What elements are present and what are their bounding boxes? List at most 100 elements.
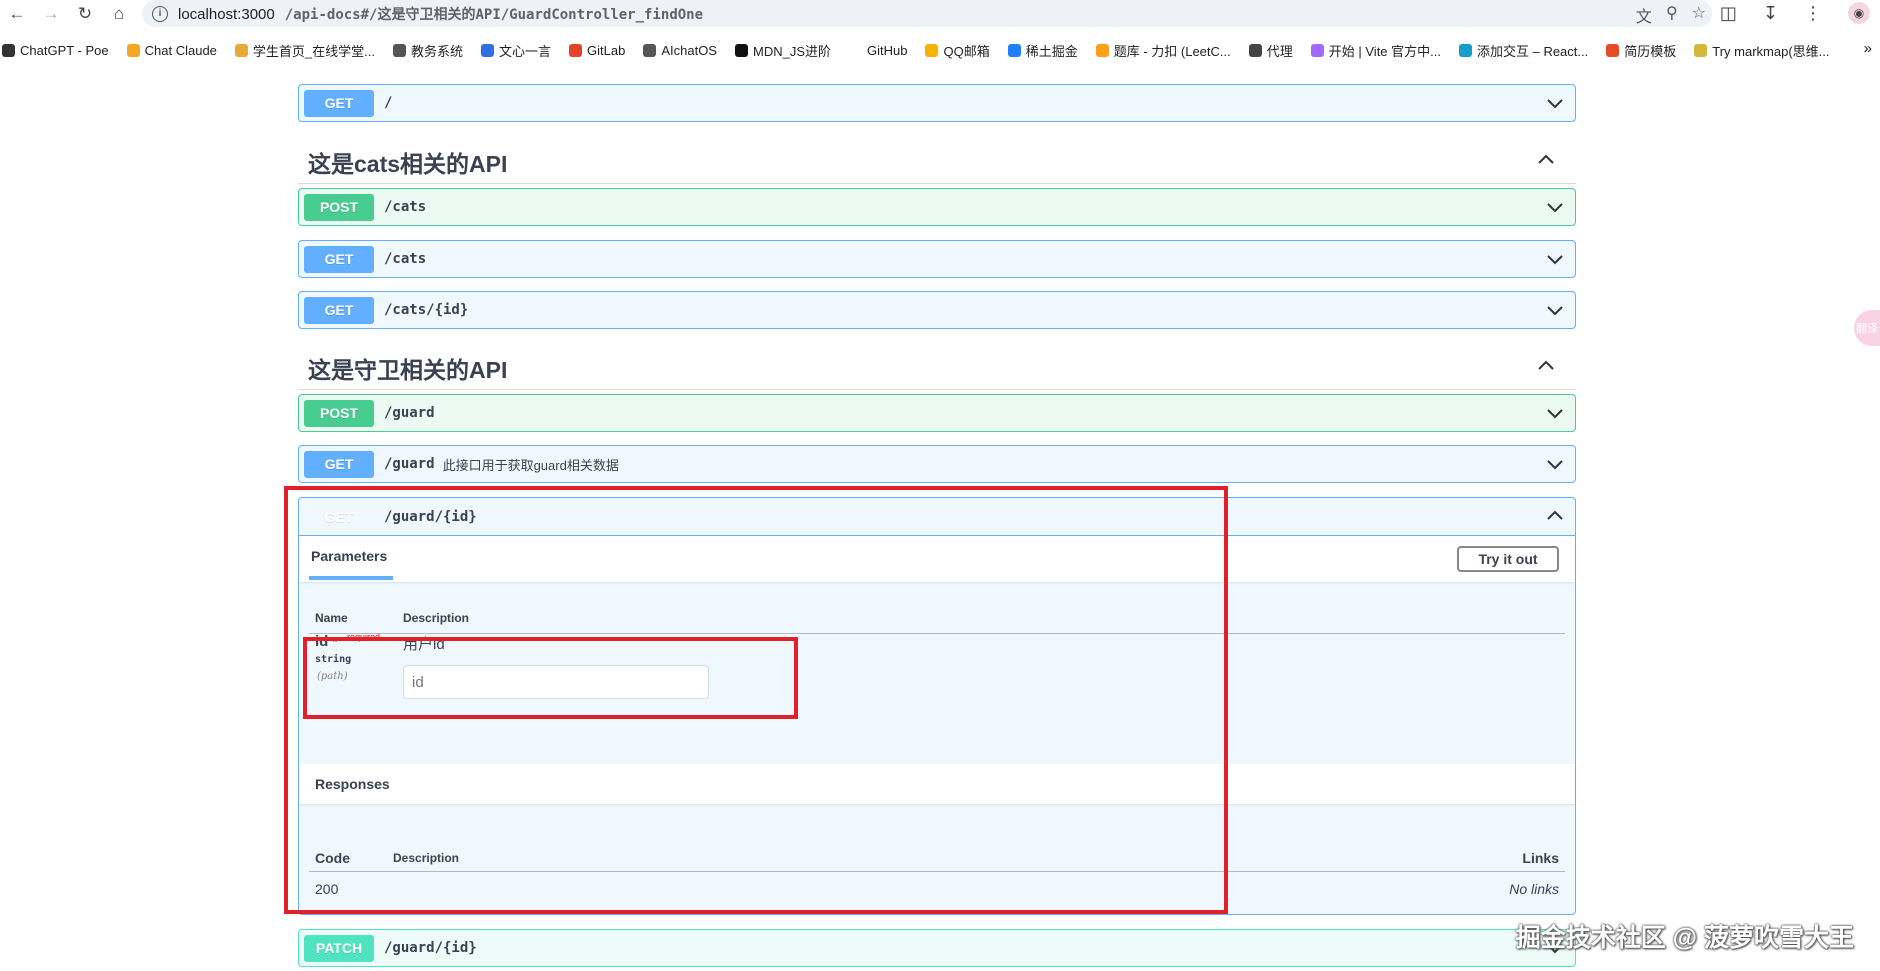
opblock-post-cats[interactable]: POST /cats	[298, 188, 1576, 226]
bookmark-item[interactable]: 文心一言	[481, 41, 551, 60]
chevron-up-icon[interactable]	[1545, 506, 1565, 526]
bookmark-item[interactable]: GitHub	[849, 43, 907, 58]
bookmark-label: 开始 | Vite 官方中...	[1328, 43, 1441, 59]
chevron-up-icon[interactable]	[1536, 356, 1556, 376]
bookmark-favicon-icon	[925, 43, 939, 57]
op-path: /	[384, 95, 393, 111]
back-icon[interactable]: ←	[0, 0, 34, 27]
bookmark-item[interactable]: 添加交互 – React...	[1458, 41, 1589, 60]
bookmark-item[interactable]: 开始 | Vite 官方中...	[1310, 41, 1441, 60]
bookmark-item[interactable]: 简历模板	[1606, 41, 1676, 60]
bookmark-item[interactable]: 代理	[1248, 41, 1293, 60]
bookmark-label: 稀土掘金	[1025, 43, 1078, 59]
omnibox-actions: 文 ⚲ ☆	[1636, 3, 1706, 27]
menu-icon[interactable]: ⋮	[1804, 3, 1822, 24]
bookmark-label: GitHub	[867, 42, 908, 58]
bookmark-item[interactable]: AIchatOS	[643, 43, 717, 58]
bookmarks-bar: ChatGPT - Poe Chat Claude 学生首页_在线学堂... 教务系统…	[0, 37, 1880, 63]
bookmark-star-icon[interactable]: ☆	[1692, 3, 1706, 27]
bookmark-favicon-icon	[1007, 43, 1021, 57]
op-path: /guard	[384, 405, 435, 421]
bookmark-item[interactable]: 教务系统	[393, 41, 463, 60]
method-badge: POST	[304, 399, 374, 427]
chevron-down-icon[interactable]	[1545, 300, 1565, 320]
method-badge: GET	[304, 450, 374, 478]
op-path: /cats/{id}	[384, 302, 469, 318]
method-badge: GET	[304, 89, 374, 117]
bookmark-favicon-icon	[1458, 43, 1472, 57]
bookmark-label: 学生首页_在线学堂...	[252, 43, 375, 59]
bookmark-favicon-icon	[126, 43, 140, 57]
opblock-get-guard[interactable]: GET /guard 此接口用于获取guard相关数据	[298, 445, 1576, 483]
bookmark-label: Try markmap(思维...	[1712, 43, 1830, 59]
bookmark-item[interactable]: GitLab	[569, 43, 625, 58]
resp-col-links: Links	[1522, 850, 1559, 866]
bookmark-favicon-icon	[1310, 43, 1324, 57]
bookmark-label: 教务系统	[411, 43, 464, 59]
site-info-icon[interactable]: i	[152, 5, 168, 22]
bookmark-favicon-icon	[1694, 43, 1708, 57]
chevron-up-icon[interactable]	[1536, 150, 1556, 170]
profile-avatar[interactable]: ◉	[1848, 2, 1870, 24]
bookmarks-more-icon[interactable]: »	[1864, 40, 1872, 57]
swagger-content: GET / 这是cats相关的API POST /cats GET /cats …	[0, 70, 1880, 971]
opblock-post-guard[interactable]: POST /guard	[298, 394, 1576, 432]
chevron-down-icon[interactable]	[1545, 249, 1565, 269]
bookmark-item[interactable]: Chat Claude	[126, 42, 217, 58]
forward-icon[interactable]: →	[34, 0, 68, 27]
bookmark-favicon-icon	[569, 43, 583, 57]
bookmark-item[interactable]: 学生首页_在线学堂...	[234, 41, 375, 60]
highlight-box-parameter	[303, 637, 798, 719]
bookmark-label: 代理	[1266, 43, 1293, 59]
url-path: /api-docs#/这是守卫相关的API/GuardController_fi…	[284, 6, 704, 23]
bookmark-item[interactable]: 稀土掘金	[1007, 41, 1078, 60]
method-badge: PATCH	[304, 934, 374, 962]
bookmark-label: 添加交互 – React...	[1476, 43, 1589, 59]
bookmark-favicon-icon	[1095, 43, 1109, 57]
translate-icon[interactable]: 文	[1636, 3, 1652, 27]
bookmark-label: AIchatOS	[661, 42, 717, 58]
opblock-get-root[interactable]: GET /	[298, 84, 1576, 122]
bookmark-item[interactable]: ChatGPT - Poe	[2, 43, 109, 58]
download-icon[interactable]: ↧	[1763, 3, 1778, 24]
bookmark-label: Chat Claude	[144, 42, 217, 58]
try-it-out-button[interactable]: Try it out	[1457, 546, 1559, 572]
opblock-get-cats[interactable]: GET /cats	[298, 240, 1576, 278]
op-path: /guard	[384, 456, 435, 472]
bookmark-favicon-icon	[393, 43, 406, 57]
extensions-icon[interactable]: ◫	[1720, 3, 1737, 24]
home-icon[interactable]: ⌂	[102, 0, 136, 27]
chevron-down-icon[interactable]	[1545, 454, 1565, 474]
reload-icon[interactable]: ↻	[68, 0, 102, 27]
url-host: localhost:3000	[178, 5, 275, 23]
opblock-patch-guard-id[interactable]: PATCH /guard/{id}	[298, 929, 1576, 967]
bookmark-item[interactable]: QQ邮箱	[925, 41, 990, 60]
bookmark-item[interactable]: 题库 - 力扣 (LeetC...	[1095, 41, 1231, 60]
bookmark-item[interactable]: Try markmap(思维...	[1694, 41, 1830, 60]
bookmark-favicon-icon	[643, 43, 657, 57]
bookmark-label: 简历模板	[1624, 43, 1677, 59]
bookmark-favicon-icon	[2, 43, 15, 57]
tag-title-cats[interactable]: 这是cats相关的API	[308, 145, 507, 179]
chevron-down-icon[interactable]	[1545, 197, 1565, 217]
bookmark-label: QQ邮箱	[943, 43, 990, 59]
address-bar[interactable]: i localhost:3000/api-docs#/这是守卫相关的API/Gu…	[142, 0, 1712, 27]
bookmark-favicon-icon	[734, 43, 748, 57]
bookmark-label: GitLab	[587, 42, 626, 58]
chevron-down-icon[interactable]	[1545, 93, 1565, 113]
tag-divider	[298, 183, 1576, 184]
method-badge: GET	[304, 245, 374, 273]
bookmark-item[interactable]: MDN_JS进阶	[734, 41, 831, 60]
op-path: /guard/{id}	[384, 940, 477, 956]
bookmark-favicon-icon	[849, 43, 862, 57]
opblock-get-cats-id[interactable]: GET /cats/{id}	[298, 291, 1576, 329]
browser-toolbar: ← → ↻ ⌂ i localhost:3000/api-docs#/这是守卫相…	[0, 0, 1880, 27]
tag-title-guard[interactable]: 这是守卫相关的API	[308, 351, 507, 385]
method-badge: POST	[304, 193, 374, 221]
chevron-down-icon[interactable]	[1545, 403, 1565, 423]
op-summary: 此接口用于获取guard相关数据	[442, 457, 619, 473]
op-path: /cats	[384, 251, 427, 267]
op-path: /cats	[384, 199, 427, 215]
zoom-icon[interactable]: ⚲	[1666, 3, 1678, 27]
url-text[interactable]: localhost:3000/api-docs#/这是守卫相关的API/Guar…	[178, 4, 703, 24]
